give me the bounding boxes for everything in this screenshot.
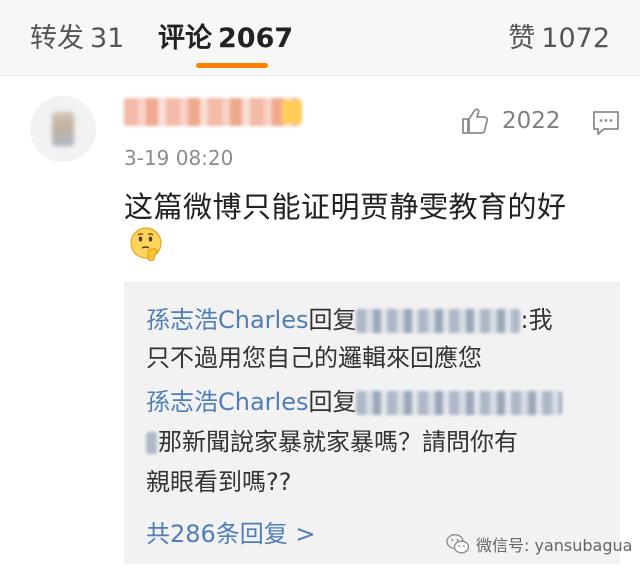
reply-text: 那新聞說家暴就家暴嗎？請問你有 [158, 428, 518, 456]
reply-1: 孫志浩Charles回复 :我 [146, 300, 553, 335]
watermark-text: 微信号: yansubagua [476, 536, 633, 555]
reply-1-continued: 只不過用您自己的邏輯來回應您 [146, 344, 482, 372]
watermark: 微信号: yansubagua [446, 532, 632, 556]
tab-bar: 转发 31 评论 2067 赞 1072 [0, 0, 640, 76]
reply-2-continued: 那新聞說家暴就家暴嗎？請問你有 [146, 422, 518, 457]
tab-comment-count: 2067 [218, 23, 294, 54]
tab-like[interactable]: 赞 1072 [508, 16, 610, 55]
reply-target-blurred[interactable] [356, 309, 521, 333]
reply-2: 孫志浩Charles回复 [146, 382, 563, 417]
wechat-icon [446, 534, 470, 554]
reply-2-last-line: 親眼看到嗎?? [146, 468, 292, 496]
tab-comment-label: 评论 [158, 23, 212, 54]
tab-like-label: 赞 [508, 23, 536, 54]
reply-verb: 回复 [308, 388, 357, 416]
tab-repost-label: 转发 [30, 23, 84, 54]
thinking-face-emoji-icon [130, 227, 162, 261]
active-tab-indicator [196, 63, 268, 68]
member-badge-icon [282, 100, 302, 124]
comment-time: 3-19 08:20 [124, 146, 234, 170]
reply-author-link[interactable]: 孫志浩Charles [146, 306, 308, 334]
tab-repost[interactable]: 转发 31 [30, 16, 124, 55]
like-count: 2022 [502, 108, 561, 134]
username-blurred[interactable] [124, 98, 300, 126]
avatar[interactable] [30, 96, 96, 162]
tab-repost-count: 31 [90, 23, 125, 54]
thumbs-up-icon [462, 108, 489, 134]
reply-icon[interactable] [592, 110, 620, 136]
reply-author-link[interactable]: 孫志浩Charles [146, 388, 308, 416]
reply-text: :我 [520, 306, 553, 334]
reply-preview-box: 孫志浩Charles回复:我 只不過用您自己的邏輯來回應您 孫志浩Charles… [124, 282, 620, 564]
avatar-image-blurred [52, 112, 74, 146]
comment-like-button[interactable]: 2022 [460, 106, 561, 136]
reply-target-blurred[interactable] [356, 391, 563, 415]
reply-verb: 回复 [308, 306, 357, 334]
reply-target-blurred-tail [146, 432, 158, 454]
tab-like-count: 1072 [541, 23, 610, 54]
comment-text: 这篇微博只能证明贾静雯教育的好 [124, 190, 567, 224]
view-all-replies-link[interactable]: 共286条回复 > [146, 514, 316, 549]
tab-comment[interactable]: 评论 2067 [158, 16, 293, 55]
